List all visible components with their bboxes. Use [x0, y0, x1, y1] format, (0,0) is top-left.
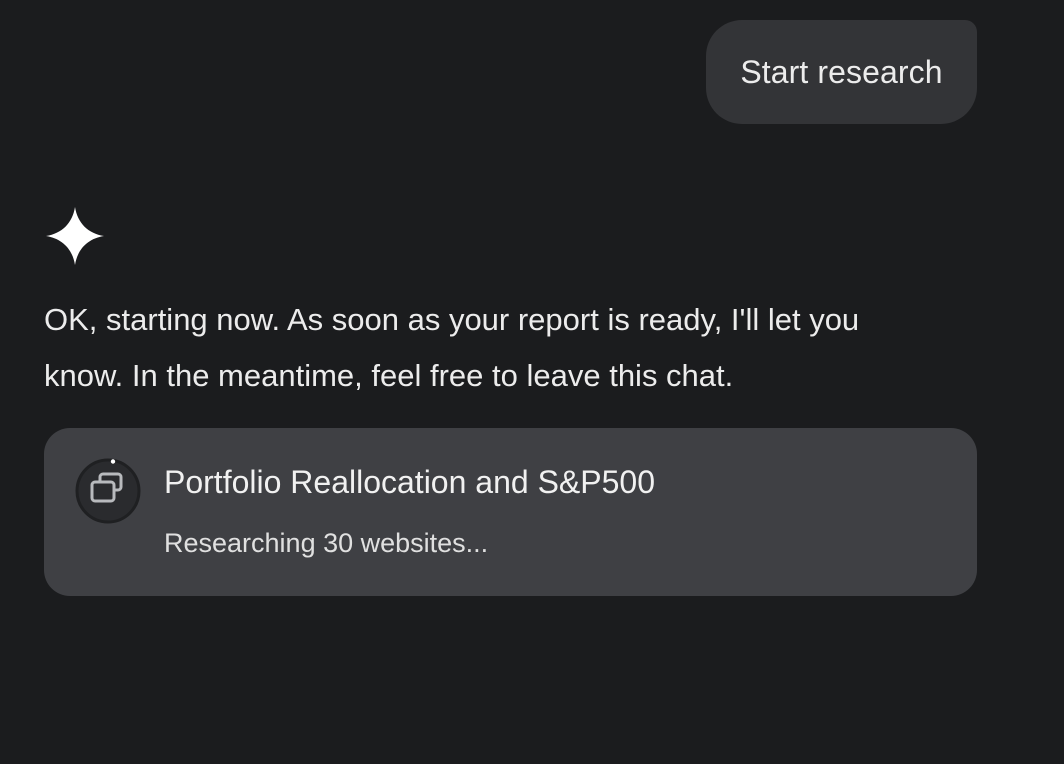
user-message-text: Start research	[740, 53, 943, 90]
research-title: Portfolio Reallocation and S&P500	[164, 464, 655, 500]
assistant-message: OK, starting now. As soon as your report…	[44, 292, 944, 404]
research-stack-icon	[75, 458, 141, 524]
assistant-message-line: know. In the meantime, feel free to leav…	[44, 358, 734, 393]
research-progress-card[interactable]: Portfolio Reallocation and S&P500 Resear…	[44, 428, 977, 596]
research-status: Researching 30 websites...	[164, 528, 489, 558]
assistant-message-line: OK, starting now. As soon as your report…	[44, 302, 860, 337]
gemini-sparkle-icon	[46, 207, 104, 265]
user-message-bubble: Start research	[706, 20, 977, 124]
